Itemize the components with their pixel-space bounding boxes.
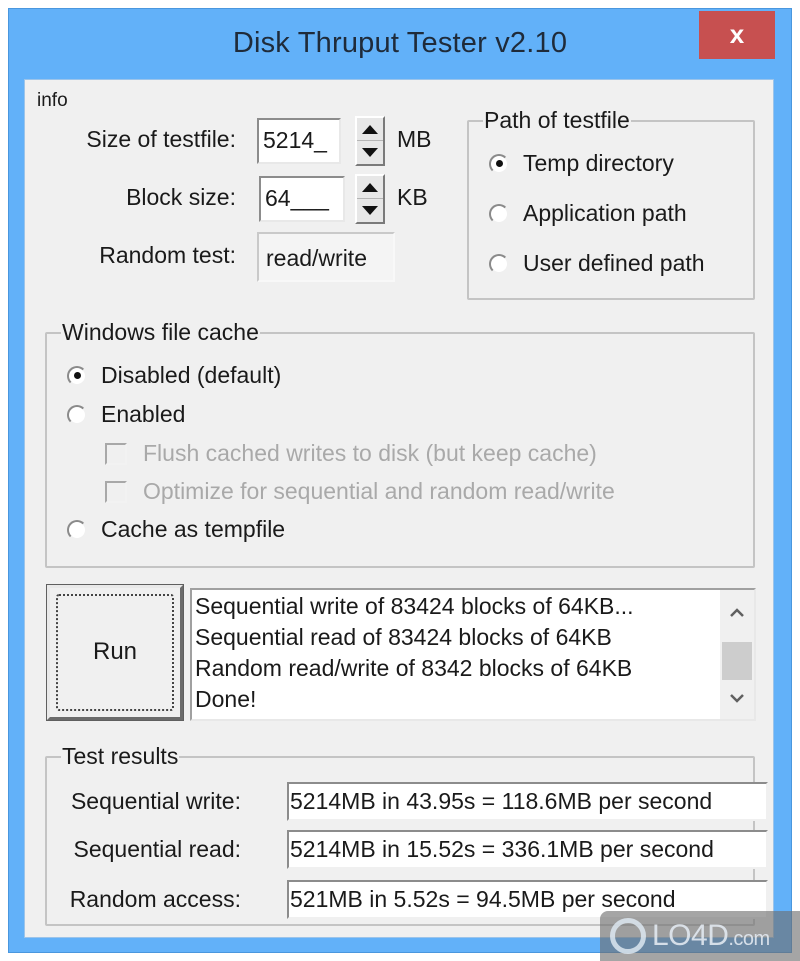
cache-group-title: Windows file cache bbox=[61, 319, 260, 346]
test-results-group: Test results Sequential write: 5214MB in… bbox=[45, 743, 768, 926]
testfile-size-label: Size of testfile: bbox=[86, 126, 236, 152]
testfile-size-input[interactable]: 5214_ bbox=[257, 118, 341, 164]
radio-cache-as-tempfile[interactable]: Cache as tempfile bbox=[67, 516, 285, 543]
checkbox-label: Flush cached writes to disk (but keep ca… bbox=[143, 440, 597, 466]
radio-user-defined-path[interactable]: User defined path bbox=[489, 250, 705, 277]
block-size-label: Block size: bbox=[126, 184, 236, 210]
checkbox-flush-cached-writes[interactable]: Flush cached writes to disk (but keep ca… bbox=[105, 440, 597, 467]
window-title: Disk Thruput Tester v2.10 bbox=[232, 27, 568, 59]
radio-cache-disabled[interactable]: Disabled (default) bbox=[67, 362, 281, 389]
radio-button[interactable] bbox=[67, 404, 87, 425]
block-size-increment[interactable] bbox=[357, 176, 383, 199]
sequential-write-label: Sequential write: bbox=[70, 788, 241, 814]
radio-button[interactable] bbox=[489, 153, 509, 174]
lo4d-logo-icon bbox=[610, 918, 646, 954]
radio-selected-dot bbox=[73, 372, 81, 379]
progress-log[interactable]: Sequential write of 83424 blocks of 64KB… bbox=[190, 588, 756, 721]
title-bar[interactable]: Disk Thruput Tester v2.10 x bbox=[9, 9, 791, 79]
results-group-title: Test results bbox=[61, 743, 180, 770]
log-line: Done! bbox=[195, 686, 257, 712]
log-lines: Sequential write of 83424 blocks of 64KB… bbox=[195, 591, 634, 715]
info-label: info bbox=[37, 90, 68, 111]
arrow-up-icon bbox=[362, 124, 378, 134]
checkbox-optimize-sequential-random[interactable]: Optimize for sequential and random read/… bbox=[105, 478, 615, 505]
path-of-testfile-group: Path of testfile Temp directory Applicat… bbox=[467, 107, 755, 300]
testfile-size-unit: MB bbox=[397, 126, 432, 152]
path-group-title: Path of testfile bbox=[483, 107, 631, 134]
client-area: info Size of testfile: 5214_ MB Block si… bbox=[24, 79, 774, 938]
radio-label: User defined path bbox=[523, 250, 705, 276]
arrow-down-icon bbox=[362, 206, 378, 215]
checkbox[interactable] bbox=[105, 480, 127, 503]
radio-temp-directory[interactable]: Temp directory bbox=[489, 150, 674, 177]
close-button[interactable]: x bbox=[699, 11, 775, 59]
log-line: Random read/write of 8342 blocks of 64KB bbox=[195, 655, 633, 681]
radio-cache-enabled[interactable]: Enabled bbox=[67, 401, 185, 428]
sequential-read-label: Sequential read: bbox=[73, 836, 241, 862]
lo4d-watermark: LO4D.com bbox=[600, 911, 800, 961]
radio-label: Cache as tempfile bbox=[101, 516, 286, 542]
radio-label: Enabled bbox=[101, 401, 186, 427]
block-size-decrement[interactable] bbox=[357, 199, 383, 222]
scroll-down-icon[interactable] bbox=[720, 681, 754, 715]
block-size-input[interactable]: 64___ bbox=[259, 176, 345, 222]
arrow-down-icon bbox=[362, 148, 378, 157]
watermark-suffix: .com bbox=[728, 928, 770, 950]
run-button[interactable]: Run bbox=[46, 584, 184, 721]
watermark-brand: LO4D bbox=[652, 919, 729, 952]
radio-selected-dot bbox=[495, 160, 503, 167]
radio-button[interactable] bbox=[489, 203, 509, 224]
sequential-write-result: 5214MB in 43.95s = 118.6MB per second bbox=[287, 782, 768, 821]
checkbox-label: Optimize for sequential and random read/… bbox=[143, 478, 615, 504]
log-scrollbar[interactable] bbox=[720, 590, 754, 719]
scroll-thumb[interactable] bbox=[722, 642, 752, 680]
radio-button[interactable] bbox=[489, 253, 509, 274]
scroll-up-icon[interactable] bbox=[720, 596, 754, 630]
radio-label: Disabled (default) bbox=[101, 362, 282, 388]
block-size-stepper[interactable] bbox=[355, 174, 385, 224]
random-test-label: Random test: bbox=[99, 242, 236, 268]
radio-button[interactable] bbox=[67, 519, 87, 540]
watermark-text: LO4D.com bbox=[652, 919, 770, 953]
radio-application-path[interactable]: Application path bbox=[489, 200, 687, 227]
log-line: Sequential write of 83424 blocks of 64KB… bbox=[195, 593, 634, 619]
windows-file-cache-group: Windows file cache Disabled (default) En… bbox=[45, 319, 755, 568]
checkbox[interactable] bbox=[105, 442, 127, 465]
radio-label: Temp directory bbox=[523, 150, 674, 176]
run-button-label: Run bbox=[92, 638, 138, 665]
testfile-size-increment[interactable] bbox=[357, 118, 383, 141]
arrow-up-icon bbox=[362, 182, 378, 192]
sequential-read-result: 5214MB in 15.52s = 336.1MB per second bbox=[287, 830, 768, 869]
radio-button[interactable] bbox=[67, 365, 87, 386]
random-test-value: read/write bbox=[257, 232, 395, 282]
testfile-size-stepper[interactable] bbox=[355, 116, 385, 166]
testfile-size-decrement[interactable] bbox=[357, 141, 383, 164]
log-line: Sequential read of 83424 blocks of 64KB bbox=[195, 624, 612, 650]
radio-label: Application path bbox=[523, 200, 687, 226]
app-window: Disk Thruput Tester v2.10 x info Size of… bbox=[8, 8, 792, 953]
random-access-label: Random access: bbox=[69, 886, 241, 912]
block-size-unit: KB bbox=[397, 184, 428, 210]
